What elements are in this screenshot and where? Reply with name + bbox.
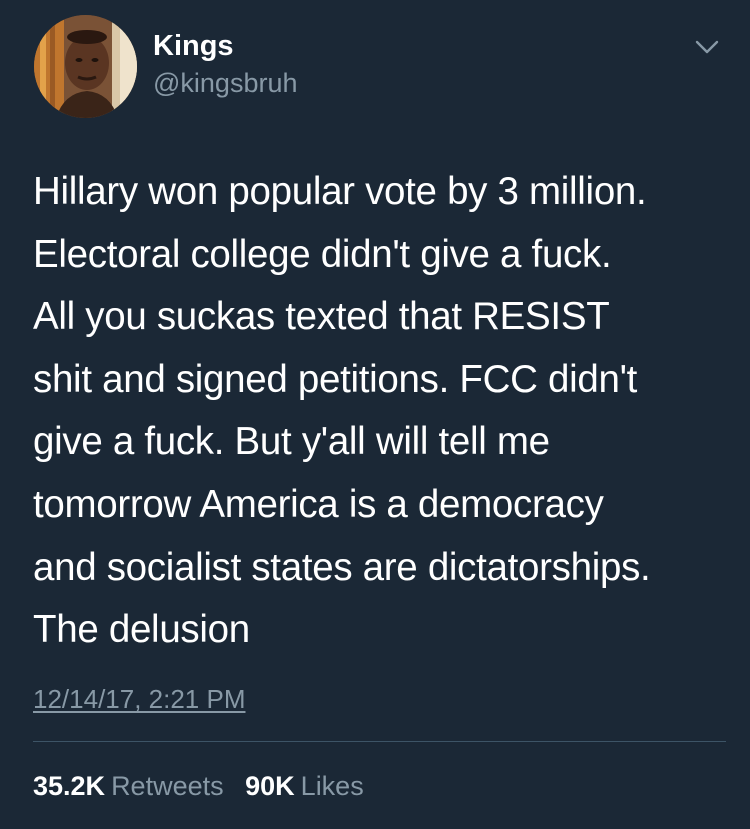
chevron-down-icon <box>695 40 719 54</box>
tweet-card: Kings @kingsbruh Hillary won popular vot… <box>0 0 750 829</box>
tweet-menu-button[interactable] <box>689 34 725 60</box>
retweets-stat[interactable]: 35.2K Retweets <box>33 768 224 804</box>
likes-label: Likes <box>300 771 364 801</box>
tweet-text-line: All you suckas texted that RESIST <box>33 295 610 339</box>
tweet-text-line: shit and signed petitions. FCC didn't <box>33 357 638 401</box>
tweet-text-line: give a fuck. But y'all will tell me <box>33 420 550 464</box>
tweet-text-line: The delusion <box>33 608 250 652</box>
user-handle[interactable]: @kingsbruh <box>153 66 297 100</box>
avatar-photo <box>34 15 137 118</box>
tweet-text: Hillary won popular vote by 3 million. E… <box>33 161 733 662</box>
display-name[interactable]: Kings <box>153 28 234 64</box>
likes-count: 90K <box>245 771 295 801</box>
tweet-text-line: tomorrow America is a democracy <box>33 482 604 526</box>
tweet-text-line: Electoral college didn't give a fuck. <box>33 232 612 276</box>
divider <box>33 741 726 742</box>
tweet-text-line: and socialist states are dictatorships. <box>33 545 651 589</box>
engagement-stats: 35.2K Retweets 90K Likes <box>33 768 378 804</box>
tweet-text-line: Hillary won popular vote by 3 million. <box>33 170 647 213</box>
retweets-count: 35.2K <box>33 771 106 801</box>
retweets-label: Retweets <box>111 771 224 801</box>
avatar[interactable] <box>34 15 137 118</box>
tweet-timestamp[interactable]: 12/14/17, 2:21 PM <box>33 682 245 716</box>
likes-stat[interactable]: 90K Likes <box>245 768 364 804</box>
